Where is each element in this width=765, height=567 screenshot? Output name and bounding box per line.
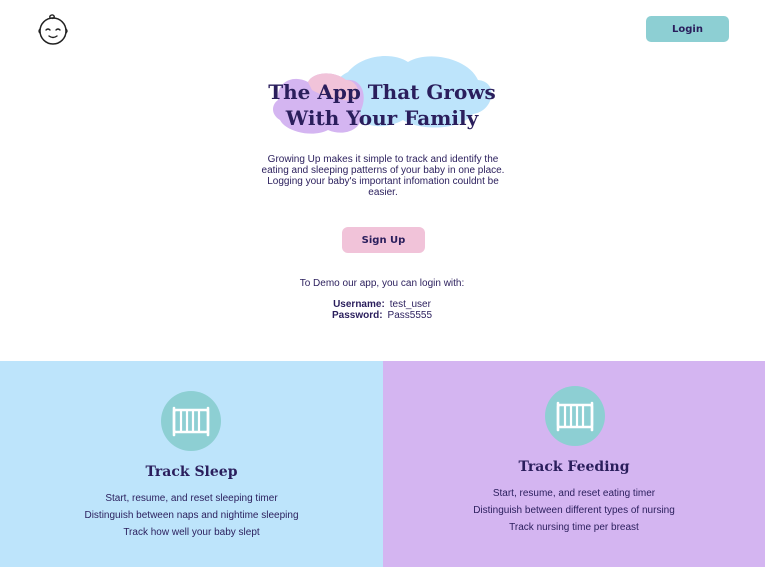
track-feeding-list: Start, resume, and reset eating timer Di… bbox=[383, 485, 765, 536]
username-label: Username: bbox=[333, 299, 385, 310]
hero-title-line2: With Your Family bbox=[285, 106, 479, 130]
track-feeding-panel: Track Feeding Start, resume, and reset e… bbox=[383, 361, 765, 567]
hero-description: Growing Up makes it simple to track and … bbox=[261, 154, 505, 198]
baby-face-icon[interactable] bbox=[36, 13, 70, 45]
crib-icon bbox=[545, 386, 605, 446]
list-item: Distinguish between different types of n… bbox=[473, 505, 675, 516]
demo-username: Username: test_user bbox=[232, 299, 532, 310]
list-item: Start, resume, and reset sleeping timer bbox=[105, 493, 278, 504]
list-item: Track how well your baby slept bbox=[123, 527, 260, 538]
username-value: test_user bbox=[389, 299, 431, 310]
hero-title: The App That Grows With Your Family bbox=[232, 79, 532, 131]
password-value: Pass5555 bbox=[387, 310, 433, 321]
signup-button[interactable]: Sign Up bbox=[342, 227, 425, 253]
hero-title-line1: The App That Grows bbox=[268, 80, 496, 104]
list-item: Track nursing time per breast bbox=[509, 522, 639, 533]
track-sleep-list: Start, resume, and reset sleeping timer … bbox=[0, 490, 383, 541]
demo-password: Password: Pass5555 bbox=[232, 310, 532, 321]
track-sleep-title: Track Sleep bbox=[145, 464, 238, 480]
crib-icon bbox=[161, 391, 221, 451]
list-item: Distinguish between naps and nightime sl… bbox=[84, 510, 299, 521]
demo-intro: To Demo our app, you can login with: bbox=[299, 278, 465, 289]
login-button[interactable]: Login bbox=[646, 16, 729, 42]
list-item: Start, resume, and reset eating timer bbox=[492, 488, 656, 499]
track-feeding-title: Track Feeding bbox=[518, 459, 630, 475]
track-sleep-panel: Track Sleep Start, resume, and reset sle… bbox=[0, 361, 383, 567]
password-label: Password: bbox=[331, 310, 383, 321]
